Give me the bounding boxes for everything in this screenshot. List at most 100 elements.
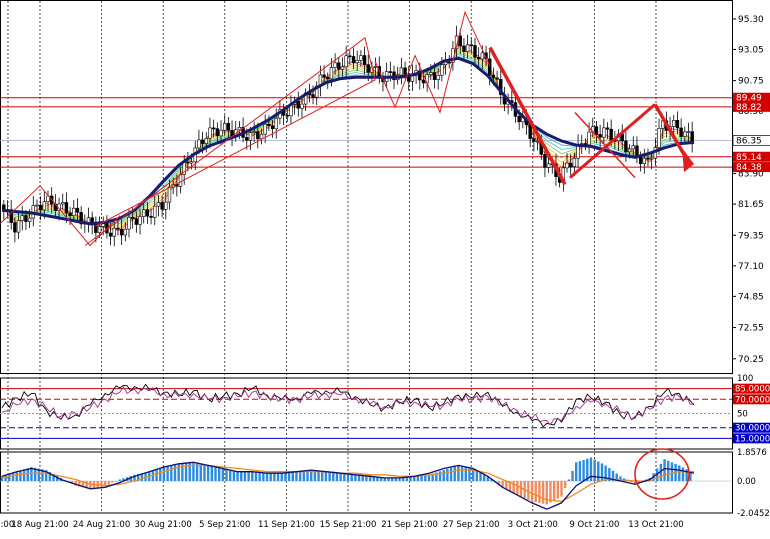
macd-histogram-bar	[280, 473, 283, 482]
macd-histogram-bar	[519, 481, 523, 497]
macd-histogram-bar	[332, 472, 335, 482]
candle-body	[373, 66, 378, 68]
candle-body	[429, 72, 433, 75]
candle-body	[263, 123, 267, 135]
candle-body	[535, 140, 540, 143]
candle-body	[495, 77, 499, 80]
macd-histogram-bar	[254, 472, 258, 482]
candle-body	[167, 186, 172, 203]
candle-body	[517, 116, 521, 123]
candle-body	[657, 128, 661, 148]
candle-body	[326, 77, 330, 80]
macd-histogram-bar	[203, 464, 206, 482]
macd-histogram-bar	[575, 462, 578, 482]
candle-body	[473, 45, 477, 58]
x-axis-label: 30 Aug 21:00	[135, 520, 192, 530]
candle-body	[130, 216, 135, 219]
macd-histogram-bar	[350, 474, 353, 482]
trading-chart: 95.3093.0590.7588.5086.2583.9081.6579.35…	[0, 0, 770, 535]
candle-body	[362, 55, 367, 65]
x-axis-label: 27 Sep 21:00	[443, 520, 500, 530]
candle-body	[149, 215, 153, 218]
chart-svg: 95.3093.0590.7588.5086.2583.9081.6579.35…	[0, 0, 770, 530]
macd-histogram-bar	[298, 471, 302, 482]
macd-tick-label: 0.00	[737, 477, 756, 487]
candle-body	[436, 74, 440, 80]
macd-histogram-bar	[346, 474, 350, 482]
candle-body	[189, 161, 194, 164]
macd-histogram-bar	[269, 473, 272, 482]
candle-body	[237, 126, 242, 131]
candle-body	[42, 201, 47, 211]
candle-body	[222, 123, 227, 131]
candle-body	[215, 128, 220, 137]
candle-body	[672, 120, 676, 127]
macd-histogram-bar	[22, 469, 26, 482]
macd-histogram-bar	[541, 481, 545, 504]
macd-histogram-bar	[159, 468, 162, 482]
macd-histogram-bar	[424, 475, 427, 482]
candle-body	[635, 145, 639, 157]
candle-body	[200, 139, 205, 144]
candle-body	[440, 64, 444, 76]
macd-histogram-bar	[291, 472, 294, 482]
macd-histogram-bar	[335, 472, 339, 482]
candle-body	[134, 218, 139, 225]
candle-body	[16, 220, 21, 233]
macd-histogram-bar	[354, 474, 357, 482]
macd-histogram-bar	[530, 481, 534, 502]
macd-histogram-bar	[357, 475, 361, 482]
macd-histogram-bar	[295, 471, 298, 482]
macd-histogram-bar	[236, 471, 239, 482]
macd-histogram-bar	[368, 476, 372, 482]
macd-histogram-bar	[593, 459, 596, 482]
macd-histogram-bar	[118, 479, 121, 482]
candle-body	[565, 162, 569, 169]
macd-histogram-bar	[464, 466, 467, 482]
candle-body	[488, 58, 492, 76]
macd-histogram-bar	[449, 467, 453, 482]
oscillator-tick-label: 50	[737, 410, 748, 420]
macd-histogram-bar	[155, 469, 158, 482]
candle-body	[462, 45, 466, 52]
candle-body	[296, 101, 301, 109]
macd-histogram-bar	[221, 468, 225, 482]
macd-histogram-bar	[563, 481, 567, 489]
candle-body	[197, 139, 201, 149]
oscillator-tick-label: 30.0000	[735, 424, 770, 434]
candle-body	[609, 128, 613, 141]
macd-histogram-bar	[343, 473, 346, 482]
candle-body	[351, 56, 356, 64]
macd-histogram-bar	[582, 459, 585, 482]
macd-histogram-bar	[11, 472, 15, 482]
candle-body	[333, 62, 337, 68]
candle-body	[311, 94, 315, 98]
macd-histogram-bar	[571, 470, 574, 482]
macd-histogram-bar	[545, 481, 548, 505]
candle-body	[465, 44, 470, 52]
candle-body	[348, 55, 352, 58]
macd-histogram-bar	[210, 466, 214, 482]
candle-body	[138, 216, 142, 225]
candle-body	[642, 157, 647, 164]
macd-histogram-bar	[681, 467, 685, 482]
macd-histogram-bar	[663, 459, 666, 482]
x-axis-label: 3 Oct 21:00	[508, 520, 558, 530]
macd-histogram-bar	[229, 470, 232, 482]
macd-histogram-bar	[549, 481, 552, 503]
oscillator-panel	[0, 383, 732, 439]
candle-body	[359, 55, 363, 61]
macd-histogram-bar	[512, 481, 515, 494]
candle-body	[145, 209, 150, 217]
candle-body	[683, 131, 687, 137]
oscillator-tick-label: 100	[737, 374, 753, 384]
candle-body	[178, 174, 183, 187]
candle-body	[156, 202, 161, 207]
candle-body	[686, 131, 691, 133]
macd-histogram-bar	[420, 475, 423, 482]
candle-body	[127, 216, 131, 230]
macd-histogram-bar	[678, 465, 681, 482]
macd-histogram-bar	[427, 474, 431, 482]
candle-body	[270, 125, 275, 130]
macd-histogram-bar	[302, 470, 306, 482]
